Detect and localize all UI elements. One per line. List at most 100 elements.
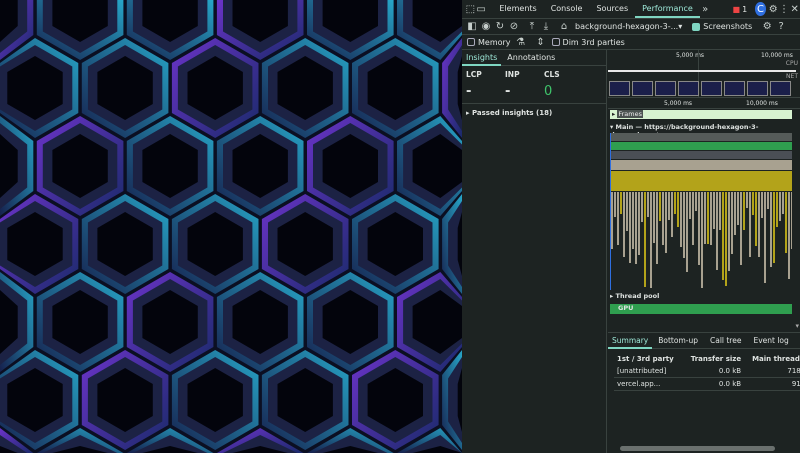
flame-chart-event[interactable]	[770, 192, 772, 267]
flame-chart-event[interactable]	[644, 192, 646, 287]
screenshot-thumbnail[interactable]	[747, 81, 768, 96]
screenshot-thumbnail[interactable]	[678, 81, 699, 96]
table-row[interactable]: [unattributed]0.0 kB718.1 ms	[614, 365, 800, 378]
flame-chart-event[interactable]	[746, 192, 748, 208]
clear-icon[interactable]: ⊘	[507, 20, 521, 34]
issues-icon[interactable]: ■	[733, 5, 741, 14]
flame-chart-event[interactable]	[680, 192, 682, 247]
flame-chart-event[interactable]	[791, 192, 792, 249]
more-options-icon[interactable]: ⋮	[779, 2, 790, 16]
more-tabs-icon[interactable]: »	[700, 2, 711, 16]
flame-chart-event[interactable]	[611, 151, 792, 159]
flame-chart-event[interactable]	[713, 192, 715, 229]
device-toolbar-icon[interactable]: ▭	[476, 2, 487, 16]
flame-chart-event[interactable]	[740, 192, 742, 265]
sidebar-toggle-icon[interactable]: ◧	[465, 20, 479, 34]
flame-chart-event[interactable]	[665, 192, 667, 253]
record-icon[interactable]: ◉	[479, 20, 493, 34]
flame-chart-event[interactable]	[623, 192, 625, 257]
flame-chart-event[interactable]	[611, 171, 792, 191]
flame-chart-event[interactable]	[620, 192, 622, 214]
collapse-icon[interactable]: ⇕	[534, 35, 548, 49]
tab-summary[interactable]: Summary	[608, 333, 652, 349]
capture-settings-icon[interactable]: ⚙	[760, 20, 774, 34]
upload-icon[interactable]: ⤒	[525, 20, 539, 34]
column-header[interactable]: Transfer size	[677, 353, 744, 365]
flame-chart-event[interactable]	[728, 192, 730, 271]
column-header[interactable]: Main thread time	[744, 353, 800, 365]
flame-chart-event[interactable]	[788, 192, 790, 279]
flame-chart-event[interactable]	[671, 192, 673, 237]
flame-chart-event[interactable]	[755, 192, 757, 246]
horizontal-scrollbar[interactable]	[612, 446, 794, 451]
screenshot-thumbnail[interactable]	[724, 81, 745, 96]
flame-chart-event[interactable]	[719, 192, 721, 230]
screenshot-thumbnail[interactable]	[701, 81, 722, 96]
flame-chart-event[interactable]	[632, 192, 634, 249]
flame-chart-event[interactable]	[743, 192, 745, 230]
flame-chart-event[interactable]	[617, 192, 619, 245]
flame-chart-event[interactable]	[698, 192, 700, 265]
flame-chart-event[interactable]	[737, 192, 739, 225]
flame-chart-event[interactable]	[683, 192, 685, 258]
flame-chart-event[interactable]	[782, 192, 784, 214]
flame-chart-event[interactable]	[764, 192, 766, 283]
tab-bottom-up[interactable]: Bottom-up	[652, 336, 704, 345]
passed-insights-toggle[interactable]: ▸ Passed insights (18)	[462, 104, 606, 122]
dim-3rd-parties-checkbox[interactable]: Dim 3rd parties	[552, 38, 625, 47]
close-icon[interactable]: ✕	[789, 2, 800, 16]
flame-chart-event[interactable]	[722, 192, 724, 280]
flame-chart-event[interactable]	[776, 192, 778, 227]
thread-pool-toggle[interactable]: ▸ Thread pool	[610, 292, 659, 300]
home-icon[interactable]: ⌂	[557, 20, 571, 34]
flame-chart-event[interactable]	[659, 192, 661, 221]
help-icon[interactable]: ?	[774, 20, 788, 34]
tab-event-log[interactable]: Event log	[747, 336, 794, 345]
ai-assistant-icon[interactable]: C	[755, 2, 766, 16]
flame-chart-event[interactable]	[611, 160, 792, 170]
flame-chart-event[interactable]	[779, 192, 781, 221]
flame-chart-event[interactable]	[647, 192, 649, 217]
recording-select[interactable]: background-hexagon-3-...	[575, 22, 678, 31]
flame-chart-event[interactable]	[749, 192, 751, 257]
flame-chart-event[interactable]	[611, 192, 613, 249]
flame-chart-event[interactable]	[641, 192, 643, 222]
screenshot-thumbnail[interactable]	[770, 81, 791, 96]
tab-console[interactable]: Console	[544, 0, 590, 18]
download-icon[interactable]: ⤓	[539, 20, 553, 34]
main-flame-chart[interactable]	[610, 133, 792, 290]
garbage-collect-icon[interactable]: ⚗	[514, 35, 528, 49]
flame-chart-event[interactable]	[704, 192, 706, 244]
flame-chart-event[interactable]	[785, 192, 787, 253]
frames-track[interactable]: ▸ Frames	[610, 110, 792, 119]
flame-chart-event[interactable]	[626, 192, 628, 231]
flame-chart-event[interactable]	[695, 192, 697, 211]
flame-chart-event[interactable]	[734, 192, 736, 235]
issues-count[interactable]: 1	[742, 5, 747, 14]
timeline-overview[interactable]: 5,000 ms 10,000 ms CPU NET	[608, 50, 800, 98]
flame-chart-event[interactable]	[710, 192, 712, 245]
memory-checkbox[interactable]: Memory	[467, 38, 511, 47]
flame-chart-event[interactable]	[677, 192, 679, 227]
tab-performance[interactable]: Performance	[635, 0, 700, 18]
chevron-down-icon[interactable]: ▾	[678, 22, 682, 31]
flame-chart-event[interactable]	[638, 192, 640, 255]
flame-chart-event[interactable]	[725, 192, 727, 286]
reload-record-icon[interactable]: ↻	[493, 20, 507, 34]
flame-chart-event[interactable]	[731, 192, 733, 254]
flame-chart-event[interactable]	[686, 192, 688, 272]
tab-call-tree[interactable]: Call tree	[704, 336, 747, 345]
flame-chart-event[interactable]	[701, 192, 703, 288]
inspect-element-icon[interactable]: ⬚	[465, 2, 476, 16]
gpu-track[interactable]: GPU	[610, 304, 792, 314]
scroll-down-icon[interactable]: ▾	[795, 322, 799, 330]
flame-chart-event[interactable]	[662, 192, 664, 245]
flame-chart-event[interactable]	[752, 192, 754, 215]
flame-chart-event[interactable]	[611, 142, 792, 150]
flame-chart-event[interactable]	[773, 192, 775, 263]
flame-chart-event[interactable]	[635, 192, 637, 264]
flame-chart-event[interactable]	[761, 192, 763, 218]
flame-chart-event[interactable]	[611, 133, 792, 141]
flame-chart-event[interactable]	[650, 192, 652, 288]
tab-elements[interactable]: Elements	[492, 0, 543, 18]
